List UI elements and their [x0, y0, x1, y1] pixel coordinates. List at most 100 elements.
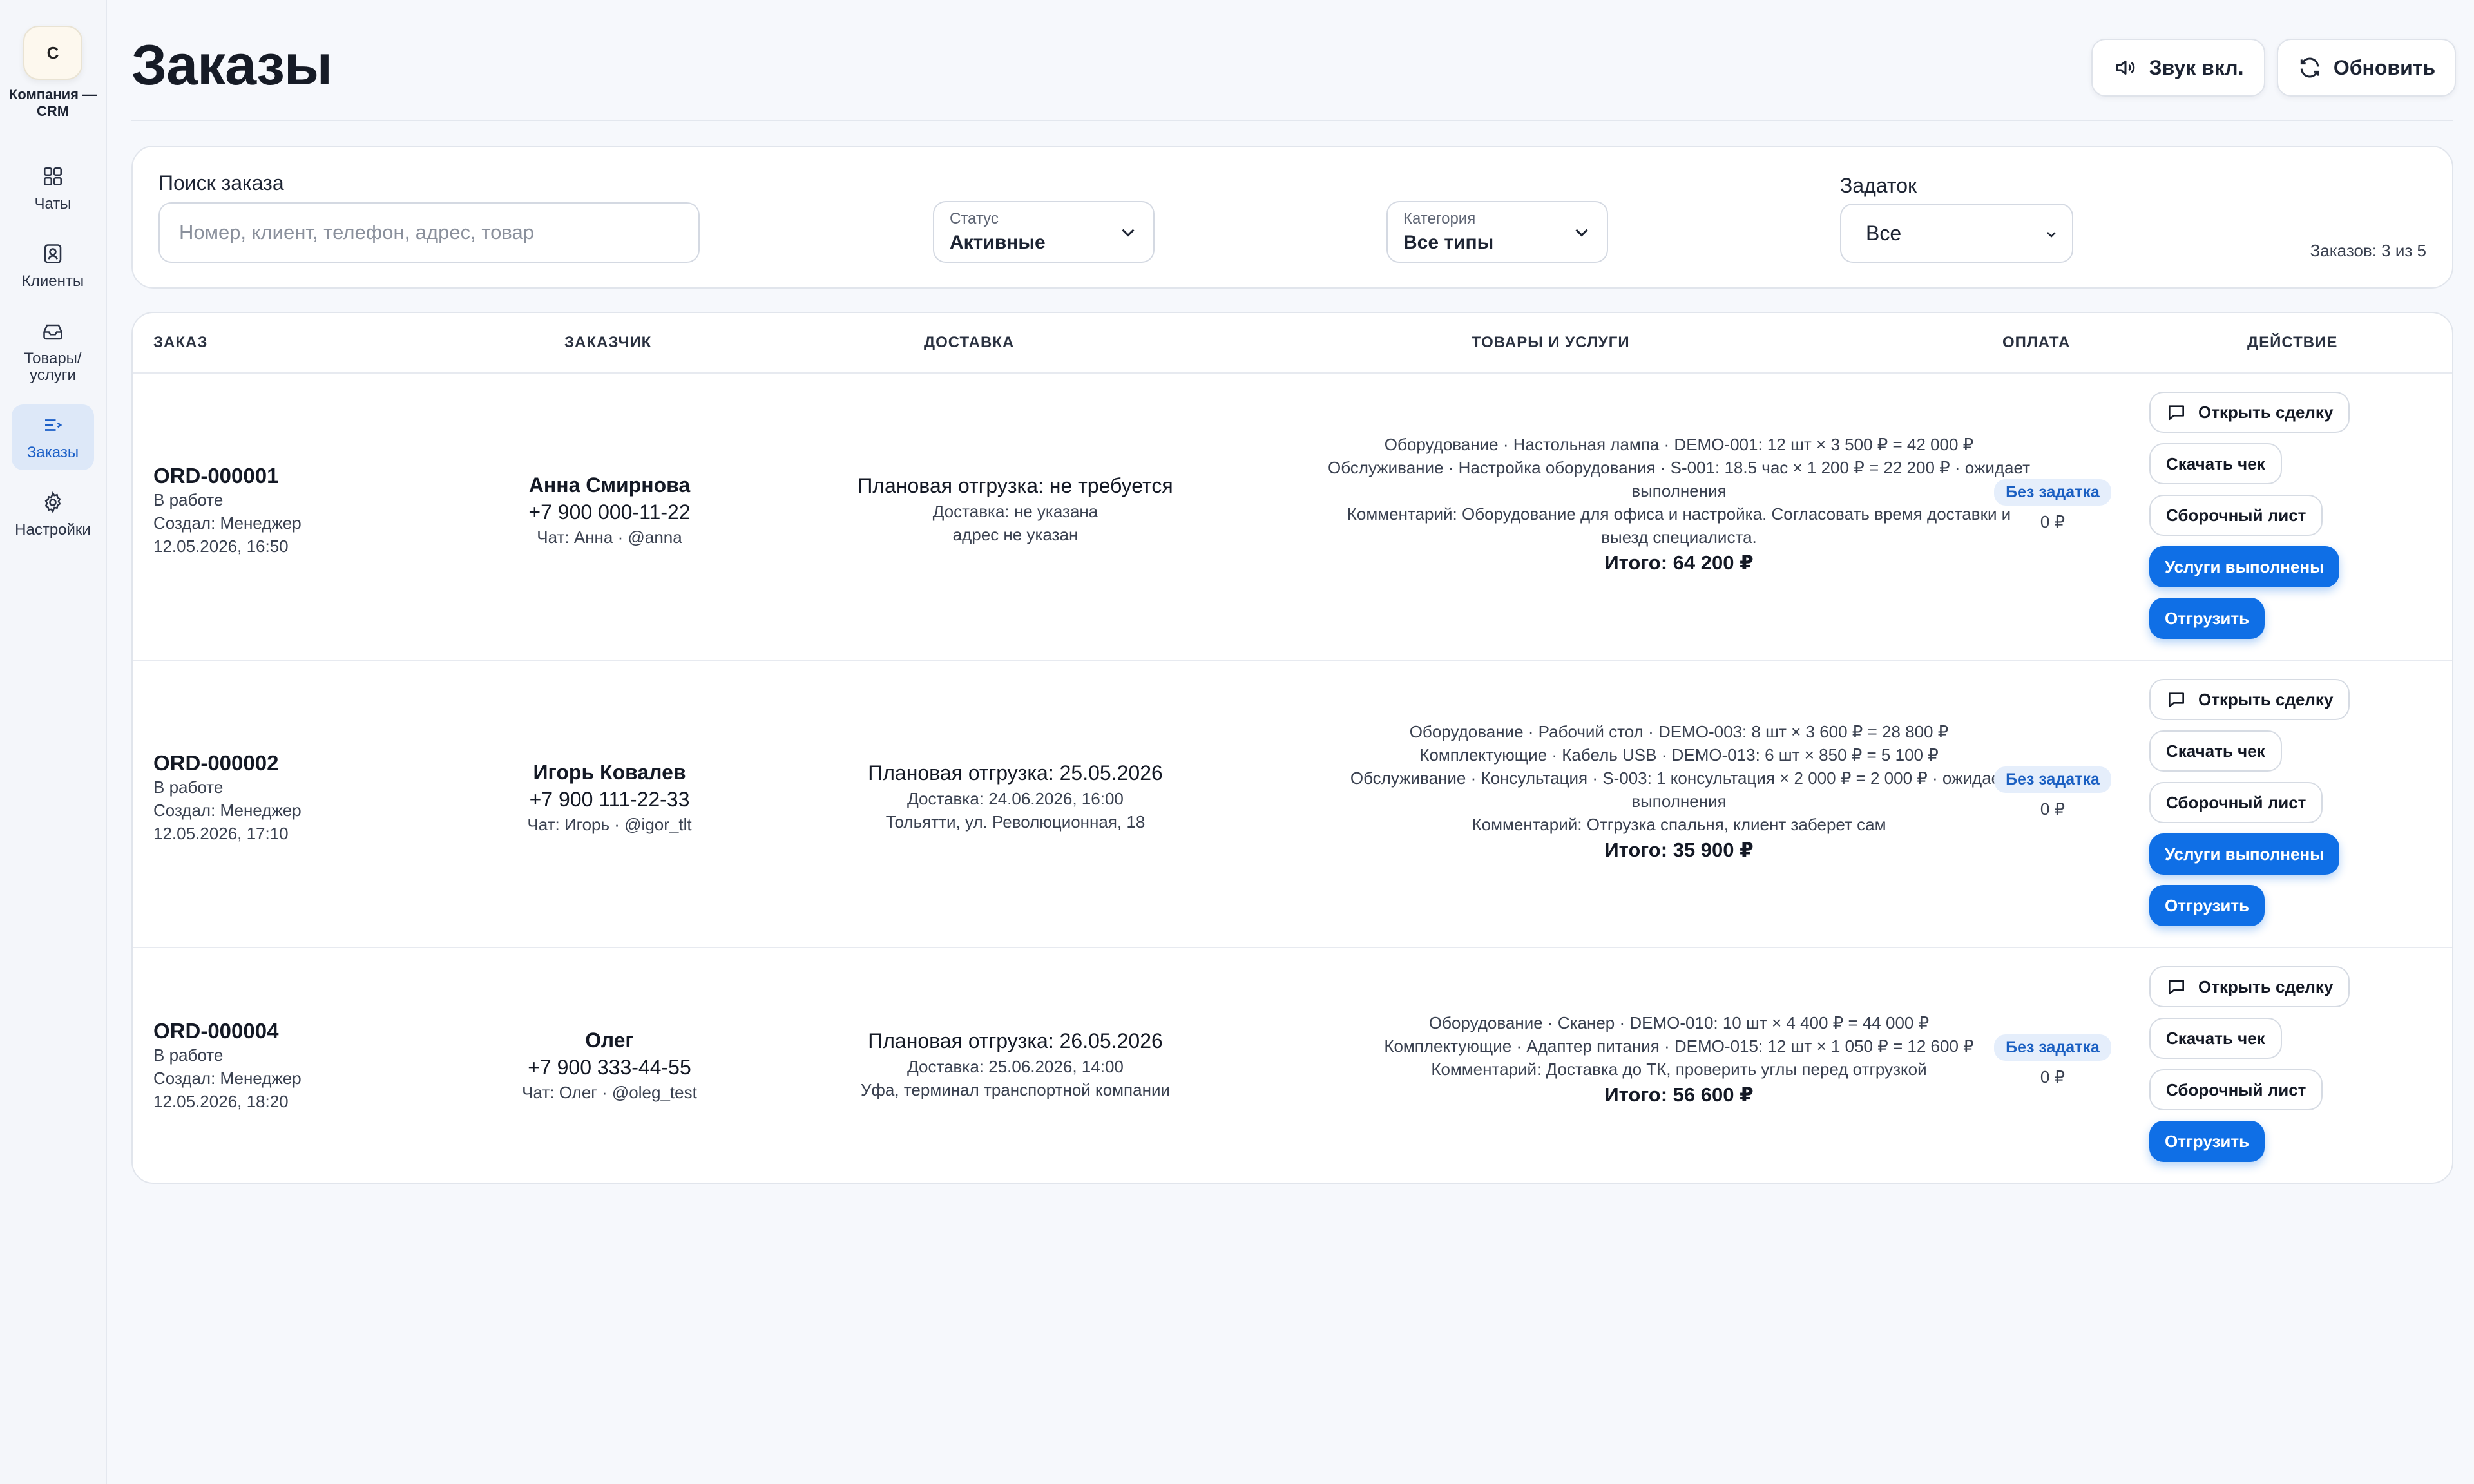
order-created-at: 12.05.2026, 18:20 — [153, 1092, 289, 1111]
chat-bubble-icon — [2169, 980, 2184, 994]
customer-chat: Чат: Олег · @oleg_test — [522, 1083, 697, 1102]
category-select-label: Категория — [1403, 210, 1476, 227]
table-row: ORD-000004 В работе Создал: Менеджер 12.… — [133, 948, 2452, 1183]
pick-list-button[interactable]: Сборочный лист — [2149, 495, 2323, 536]
customer-cell: Игорь Ковалев +7 900 111-22-33 Чат: Игор… — [494, 759, 725, 836]
sidebar-item-label: Клиенты — [21, 272, 84, 290]
refresh-button[interactable]: Обновить — [2277, 39, 2456, 97]
services-done-button[interactable]: Услуги выполнены — [2149, 546, 2340, 587]
status-select-label: Статус — [950, 210, 999, 227]
goods-line: выполнения — [1631, 792, 1727, 811]
speaker-icon — [2116, 60, 2134, 75]
payment-cell: Без задатка 0 ₽ — [1962, 1034, 2143, 1087]
delivery-date: Доставка: 24.06.2026, 16:00 — [907, 789, 1124, 808]
download-receipt-button[interactable]: Скачать чек — [2149, 730, 2282, 772]
goods-line: выполнения — [1631, 481, 1727, 500]
delivery-address: адрес не указан — [952, 525, 1079, 544]
payment-cell: Без задатка 0 ₽ — [1962, 766, 2143, 819]
deposit-badge: Без задатка — [1994, 766, 2111, 793]
orders-table: Заказ Заказчик Доставка Товары и услуги … — [131, 312, 2453, 1184]
category-select[interactable]: Категория Все типы — [1386, 201, 1608, 263]
order-id[interactable]: ORD-000004 — [153, 1019, 463, 1043]
download-receipt-button[interactable]: Скачать чек — [2149, 1018, 2282, 1059]
order-id[interactable]: ORD-000002 — [153, 751, 463, 775]
open-deal-button[interactable]: Открыть сделку — [2149, 392, 2350, 433]
sidebar-item-chats[interactable]: Чаты — [12, 156, 94, 222]
order-created-at: 12.05.2026, 17:10 — [153, 824, 289, 843]
deposit-badge: Без задатка — [1994, 479, 2111, 506]
sidebar-item-settings[interactable]: Настройки — [12, 482, 94, 547]
order-creator: Создал: Менеджер — [153, 801, 302, 820]
chat-bubble-icon — [2169, 692, 2184, 707]
customer-phone: +7 900 333-44-55 — [528, 1056, 691, 1079]
open-deal-label: Открыть сделку — [2198, 689, 2334, 709]
deposit-label: Задаток — [1840, 174, 1917, 197]
table-header: Заказ Заказчик Доставка Товары и услуги … — [133, 313, 2452, 374]
pick-list-button[interactable]: Сборочный лист — [2149, 1069, 2323, 1110]
deposit-badge: Без задатка — [1994, 1034, 2111, 1061]
sidebar-item-clients[interactable]: Клиенты — [12, 233, 94, 299]
order-status: В работе — [153, 1045, 224, 1065]
delivery-cell: Плановая отгрузка: 25.05.2026 Доставка: … — [816, 759, 1215, 833]
sidebar-item-label: Чаты — [34, 195, 72, 213]
company-logo[interactable]: C — [23, 26, 82, 80]
company-name: Компания — CRM — [8, 86, 97, 119]
planned-shipment: Плановая отгрузка: 25.05.2026 — [868, 761, 1163, 785]
delivery-cell: Плановая отгрузка: не требуется Доставка… — [816, 471, 1215, 546]
open-deal-button[interactable]: Открыть сделку — [2149, 679, 2350, 720]
pick-list-button[interactable]: Сборочный лист — [2149, 782, 2323, 823]
sound-toggle-label: Звук вкл. — [2149, 55, 2244, 79]
order-creator: Создал: Менеджер — [153, 1069, 302, 1088]
ship-button[interactable]: Отгрузить — [2149, 1121, 2265, 1162]
planned-shipment: Плановая отгрузка: 26.05.2026 — [868, 1029, 1163, 1052]
goods-line: Оборудование · Настольная лампа · DEMO-0… — [1384, 435, 1974, 454]
column-header-action: Действие — [2247, 334, 2338, 351]
goods-comment: Комментарий: Отгрузка спальня, клиент за… — [1472, 815, 1886, 834]
search-input[interactable] — [158, 202, 700, 263]
sidebar-item-orders[interactable]: Заказы — [12, 404, 94, 470]
goods-comment: Комментарий: Доставка до ТК, проверить у… — [1431, 1060, 1927, 1079]
customer-name: Анна Смирнова — [528, 473, 691, 497]
category-select-value: Все типы — [1403, 232, 1494, 253]
order-total: Итого: 64 200 ₽ — [1604, 551, 1754, 574]
order-total: Итого: 35 900 ₽ — [1604, 839, 1754, 861]
status-select[interactable]: Статус Активные — [933, 201, 1155, 263]
contacts-icon — [44, 244, 62, 263]
customer-chat: Чат: Анна · @anna — [537, 528, 682, 547]
sound-toggle-button[interactable]: Звук вкл. — [2091, 39, 2265, 97]
gear-icon — [44, 491, 61, 513]
order-cell: ORD-000001 В работе Создал: Менеджер 12.… — [153, 464, 463, 558]
goods-line: Обслуживание · Настройка оборудования · … — [1327, 458, 2030, 477]
services-done-button[interactable]: Услуги выполнены — [2149, 833, 2340, 875]
ship-button[interactable]: Отгрузить — [2149, 598, 2265, 639]
ship-button[interactable]: Отгрузить — [2149, 885, 2265, 926]
sidebar-item-products[interactable]: Товары/ услуги — [12, 310, 94, 393]
customer-chat: Чат: Игорь · @igor_tlt — [527, 815, 692, 834]
filter-panel: Поиск заказа Статус Активные Категория В… — [131, 146, 2453, 289]
customer-phone: +7 900 000-11-22 — [528, 500, 691, 524]
order-id[interactable]: ORD-000001 — [153, 464, 463, 488]
sidebar-item-label: Товары/ услуги — [24, 350, 82, 384]
chevron-down-icon — [2047, 232, 2056, 238]
goods-comment: выезд специалиста. — [1601, 528, 1757, 547]
order-status: В работе — [153, 490, 224, 509]
open-deal-button[interactable]: Открыть сделку — [2149, 966, 2350, 1007]
grid-icon — [43, 167, 62, 186]
sidebar-nav: Чаты Клиенты Товары/ услуги Заказы Настр… — [0, 156, 106, 559]
customer-phone: +7 900 111-22-33 — [529, 788, 690, 811]
search-label: Поиск заказа — [158, 171, 284, 195]
deposit-select[interactable]: Все — [1840, 204, 2073, 263]
download-receipt-button[interactable]: Скачать чек — [2149, 443, 2282, 484]
column-header-customer: Заказчик — [564, 334, 652, 351]
goods-cell: Оборудование · Настольная лампа · DEMO-0… — [1286, 433, 2072, 577]
paid-amount: 0 ₽ — [2040, 799, 2066, 819]
customer-cell: Анна Смирнова +7 900 000-11-22 Чат: Анна… — [494, 471, 725, 549]
delivery-cell: Плановая отгрузка: 26.05.2026 Доставка: … — [816, 1027, 1215, 1101]
goods-line: Комплектующие · Кабель USB · DEMO-013: 6… — [1419, 745, 1939, 765]
status-select-value: Активные — [950, 232, 1046, 253]
inbox-icon — [43, 324, 62, 340]
paid-amount: 0 ₽ — [2040, 512, 2066, 531]
goods-cell: Оборудование · Рабочий стол · DEMO-003: … — [1286, 720, 2072, 864]
refresh-icon — [2300, 57, 2319, 78]
open-deal-label: Открыть сделку — [2198, 402, 2334, 422]
